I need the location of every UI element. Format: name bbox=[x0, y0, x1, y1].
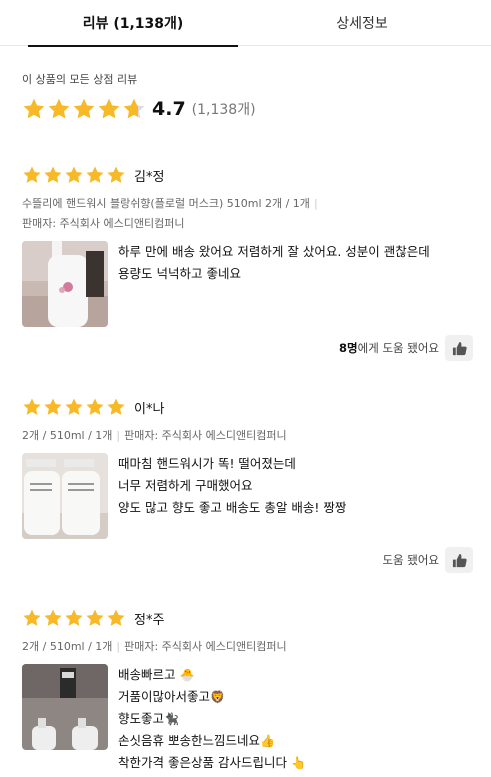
tab-reviews[interactable]: 리뷰 (1,138개) bbox=[28, 0, 238, 47]
star-icon bbox=[47, 97, 71, 121]
review-body: 배송빠르고 🐣 거품이많아서좋고🦁 향도좋고🐈‍⬛ 손싯음휴 뽀송한느낌드네요👍… bbox=[118, 664, 306, 774]
meta-divider: | bbox=[313, 197, 318, 210]
star-icon bbox=[85, 397, 105, 417]
review-header: 이*나 bbox=[22, 396, 164, 418]
helpful-count: 8명 bbox=[339, 341, 358, 355]
review-option: 수뜰리에 핸드워시 블랑쉬향(플로럴 머스크) 510ml 2개 / 1개 | bbox=[22, 194, 322, 213]
star-icon bbox=[22, 97, 46, 121]
review-stars bbox=[22, 165, 127, 185]
tab-details[interactable]: 상세정보 bbox=[262, 0, 462, 46]
star-icon bbox=[22, 608, 42, 628]
review-body-line: 배송빠르고 🐣 bbox=[118, 667, 195, 682]
review-author: 정*주 bbox=[134, 612, 165, 628]
helpful-suffix: 에게 도움 됐어요 bbox=[357, 341, 439, 355]
thumbs-up-emoji-icon: 👍 bbox=[259, 734, 275, 748]
meta-divider: | bbox=[116, 640, 121, 653]
cat-emoji-icon: 🐈‍⬛ bbox=[164, 712, 179, 726]
chick-emoji-icon: 🐣 bbox=[179, 668, 195, 682]
review-body-line: 향도좋고🐈‍⬛ bbox=[118, 711, 179, 726]
pointing-up-emoji-icon: 👆 bbox=[290, 756, 306, 770]
lion-emoji-icon: 🦁 bbox=[210, 690, 225, 704]
review-body: 때마침 핸드워시가 똑! 떨어졌는데 너무 저렴하게 구매했어요 양도 많고 향… bbox=[118, 453, 346, 519]
star-icon bbox=[43, 165, 63, 185]
star-icon bbox=[106, 165, 126, 185]
tab-bar: 리뷰 (1,138개) 상세정보 bbox=[0, 0, 491, 47]
review-option-text: 2개 / 510ml / 1개 bbox=[22, 640, 113, 653]
helpful-button[interactable] bbox=[445, 335, 473, 361]
review-photo[interactable] bbox=[22, 664, 108, 750]
summary-caption: 이 상품의 모든 상점 리뷰 bbox=[22, 73, 138, 86]
review-body: 하루 만에 배송 왔어요 저렴하게 잘 샀어요. 성분이 괜찮은데 용량도 넉넉… bbox=[118, 241, 430, 285]
star-icon bbox=[85, 165, 105, 185]
review-body-line: 거품이많아서좋고🦁 bbox=[118, 689, 225, 704]
thumbs-up-icon bbox=[452, 553, 467, 567]
summary-count: (1,138개) bbox=[191, 102, 256, 118]
helpful-label: 도움 됐어요 bbox=[382, 553, 439, 567]
meta-divider: | bbox=[116, 429, 121, 442]
review-body-line: 너무 저렴하게 구매했어요 bbox=[118, 478, 253, 493]
review-body-line: 손싯음휴 뽀송한느낌드네요👍 bbox=[118, 733, 275, 748]
star-icon bbox=[85, 608, 105, 628]
star-icon bbox=[64, 608, 84, 628]
review-body-line: 용량도 넉넉하고 좋네요 bbox=[118, 266, 241, 281]
star-icon bbox=[64, 165, 84, 185]
star-icon bbox=[97, 97, 121, 121]
star-icon bbox=[43, 608, 63, 628]
star-icon bbox=[72, 97, 96, 121]
review-option: 2개 / 510ml / 1개 | 판매자: 주식회사 에스디앤티컴퍼니 bbox=[22, 426, 287, 445]
star-icon bbox=[64, 397, 84, 417]
star-icon bbox=[22, 165, 42, 185]
star-icon bbox=[106, 397, 126, 417]
review-author: 이*나 bbox=[134, 401, 165, 417]
helpful-text: 도움 됐어요 bbox=[382, 548, 439, 572]
review-stars bbox=[22, 397, 127, 417]
star-icon bbox=[22, 397, 42, 417]
review-option: 2개 / 510ml / 1개 | 판매자: 주식회사 에스디앤티컴퍼니 bbox=[22, 637, 287, 656]
review-body-line: 때마침 핸드워시가 똑! 떨어졌는데 bbox=[118, 456, 296, 471]
rating-summary: 4.7 (1,138개) bbox=[22, 94, 256, 124]
review-photo[interactable] bbox=[22, 453, 108, 539]
review-stars bbox=[22, 608, 127, 628]
review-header: 정*주 bbox=[22, 607, 164, 629]
summary-stars bbox=[22, 97, 147, 121]
review-seller: 판매자: 주식회사 에스디앤티컴퍼니 bbox=[22, 217, 185, 230]
review-body-line: 하루 만에 배송 왔어요 저렴하게 잘 샀어요. 성분이 괜찮은데 bbox=[118, 244, 430, 259]
review-seller: 판매자: 주식회사 에스디앤티컴퍼니 bbox=[124, 640, 287, 653]
review-photo[interactable] bbox=[22, 241, 108, 327]
helpful-text: 8명 에게 도움 됐어요 bbox=[339, 336, 439, 360]
review-body-line: 양도 많고 향도 좋고 배송도 총알 배송! 짱짱 bbox=[118, 500, 347, 515]
review-header: 김*정 bbox=[22, 164, 164, 186]
review-option-text: 2개 / 510ml / 1개 bbox=[22, 429, 113, 442]
star-icon bbox=[106, 608, 126, 628]
summary-score: 4.7 bbox=[152, 98, 186, 120]
review-option-text: 수뜰리에 핸드워시 블랑쉬향(플로럴 머스크) 510ml 2개 / 1개 bbox=[22, 197, 310, 210]
star-icon bbox=[122, 97, 146, 121]
thumbs-up-icon bbox=[452, 341, 467, 355]
review-seller: 판매자: 주식회사 에스디앤티컴퍼니 bbox=[124, 429, 287, 442]
review-author: 김*정 bbox=[134, 169, 165, 185]
star-icon bbox=[43, 397, 63, 417]
helpful-button[interactable] bbox=[445, 547, 473, 573]
review-body-line: 착한가격 좋은상품 감사드립니다 👆 bbox=[118, 755, 306, 770]
